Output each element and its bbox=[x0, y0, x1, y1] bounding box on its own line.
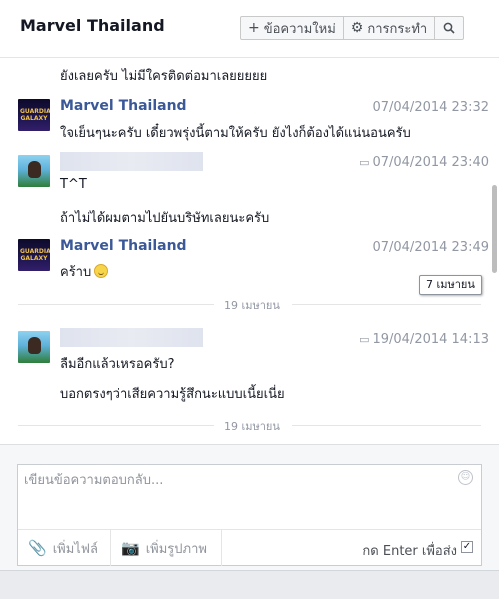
add-file-label: เพิ่มไฟล์ bbox=[52, 541, 98, 557]
message-timestamp: 07/04/2014 23:49 bbox=[372, 240, 489, 255]
message-timestamp: ▭ 07/04/2014 23:40 bbox=[359, 155, 489, 170]
date-divider: 19 เมษายน bbox=[18, 420, 481, 433]
enter-to-send-label: กด Enter เพื่อส่ง bbox=[362, 544, 457, 559]
header-button-group: + ข้อความใหม่ ⚙ การกระทำ bbox=[240, 16, 465, 40]
composer-toolbar: 📎 เพิ่มไฟล์ 📷 เพิ่มรูปภาพ กด Enter เพื่อ… bbox=[18, 529, 481, 566]
actions-label: การกระทำ bbox=[367, 21, 428, 37]
message-timestamp: 07/04/2014 23:32 bbox=[372, 100, 489, 115]
sender-name-redacted bbox=[60, 152, 203, 171]
message-text: ถ้าไม่ได้ผมตามไปยันบริษัทเลยนะครับ bbox=[60, 211, 270, 226]
smiley-emoji-icon bbox=[94, 264, 109, 278]
search-icon bbox=[443, 22, 455, 34]
date-divider-label: 19 เมษายน bbox=[224, 299, 280, 312]
message-text: ใจเย็นๆนะครับ เดี๋ยวพรุ่งนี้ตามให้ครับ ย… bbox=[60, 126, 411, 141]
reply-icon: ▭ bbox=[359, 333, 370, 346]
message-text: T^T bbox=[60, 177, 87, 192]
reply-input[interactable] bbox=[24, 469, 444, 529]
enter-to-send-checkbox[interactable]: ✓ bbox=[461, 541, 473, 553]
message-text: ยังเลยครับ ไม่มีใครติดต่อมาเลยยยยย bbox=[60, 69, 268, 84]
add-photo-label: เพิ่มรูปภาพ bbox=[145, 541, 207, 557]
message-timestamp: ▭ 19/04/2014 14:13 bbox=[359, 332, 489, 347]
message-text: บอกตรงๆว่าเสียความรู้สึกนะแบบเนี้ยเนี่ย bbox=[60, 387, 285, 402]
avatar[interactable]: GUARDIANSGALAXY bbox=[18, 99, 50, 131]
message-list[interactable]: ยังเลยครับ ไม่มีใครติดต่อมาเลยยยยย GUARD… bbox=[0, 58, 499, 444]
gear-icon: ⚙ bbox=[350, 20, 364, 36]
avatar[interactable] bbox=[18, 331, 50, 363]
reply-composer: ☺ 📎 เพิ่มไฟล์ 📷 เพิ่มรูปภาพ กด Enter เพื… bbox=[17, 464, 482, 566]
sender-name[interactable]: Marvel Thailand bbox=[60, 238, 187, 254]
sender-name-redacted bbox=[60, 328, 203, 347]
message-text: คร้าบ bbox=[60, 261, 109, 282]
new-message-button[interactable]: + ข้อความใหม่ bbox=[241, 17, 344, 39]
reply-composer-area: ☺ 📎 เพิ่มไฟล์ 📷 เพิ่มรูปภาพ กด Enter เพื… bbox=[0, 444, 499, 570]
date-divider-label: 19 เมษายน bbox=[224, 420, 280, 433]
sender-name[interactable]: Marvel Thailand bbox=[60, 98, 187, 114]
avatar[interactable]: GUARDIANSGALAXY bbox=[18, 239, 50, 271]
scrollbar-thumb[interactable] bbox=[492, 185, 497, 273]
camera-icon: 📷 bbox=[121, 539, 140, 557]
message-text: ลืมอีกแล้วเหรอครับ? bbox=[60, 357, 175, 372]
actions-button[interactable]: ⚙ การกระทำ bbox=[344, 17, 436, 39]
reply-icon: ▭ bbox=[359, 156, 370, 169]
new-message-label: ข้อความใหม่ bbox=[263, 21, 336, 37]
conversation-title: Marvel Thailand bbox=[20, 16, 165, 35]
avatar[interactable] bbox=[18, 155, 50, 187]
add-file-button[interactable]: 📎 เพิ่มไฟล์ bbox=[18, 530, 111, 566]
date-tooltip: 7 เมษายน bbox=[419, 275, 482, 295]
plus-icon: + bbox=[248, 20, 260, 36]
search-button[interactable] bbox=[435, 17, 463, 39]
paperclip-icon: 📎 bbox=[28, 539, 47, 557]
bottom-bar bbox=[0, 570, 499, 599]
add-photo-button[interactable]: 📷 เพิ่มรูปภาพ bbox=[111, 530, 222, 566]
date-divider: 19 เมษายน bbox=[18, 299, 481, 312]
emoji-icon[interactable]: ☺ bbox=[458, 470, 473, 485]
conversation-header: Marvel Thailand + ข้อความใหม่ ⚙ การกระทำ bbox=[0, 0, 499, 58]
